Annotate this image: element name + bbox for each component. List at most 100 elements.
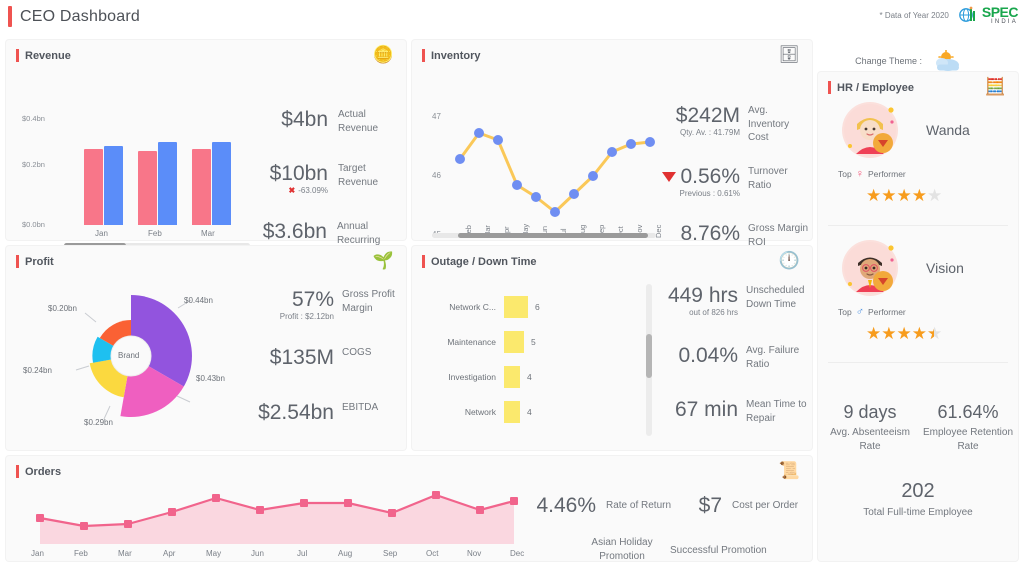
kpi-cogs-label: COGS xyxy=(342,347,372,358)
page-title: CEO Dashboard xyxy=(8,6,140,27)
revenue-title-text: Revenue xyxy=(25,49,71,62)
avatar xyxy=(842,102,898,158)
profit-card: Profit 🌱 Brand $0.44bn $0.43bn $0.29bn $… xyxy=(6,246,406,450)
outage-bar-2[interactable] xyxy=(504,366,520,388)
outage-category-0: Network C... xyxy=(449,302,496,312)
employee-rating-1[interactable]: ★ ★ ★ ★ ★★ xyxy=(866,324,942,344)
kpi-avg-failure-ratio: 0.04% Avg. Failure Ratio xyxy=(662,344,812,371)
revenue-bar-current-jan[interactable] xyxy=(84,149,103,225)
theme-switcher[interactable]: Change Theme : xyxy=(855,49,966,72)
star-filled: ★ xyxy=(896,186,912,205)
inventory-scrollbar-thumb[interactable] xyxy=(458,233,648,238)
revenue-plot xyxy=(76,110,246,225)
kpi-mean-time-to-repair-label: Mean Time to Repair xyxy=(746,399,807,424)
revenue-bar-current-mar[interactable] xyxy=(192,149,211,225)
triangle-down-icon xyxy=(662,172,677,183)
kpi-unscheduled-downtime-value: 449 hrs xyxy=(667,284,738,307)
outage-row-2[interactable]: Investigation 4 xyxy=(420,366,532,388)
kpi-successful-promotion-label: Successful Promotion xyxy=(670,545,767,556)
kpi-avg-inventory-cost-value: $242M xyxy=(675,104,740,127)
hr-divider-1 xyxy=(828,225,1008,226)
orders-title: Orders xyxy=(16,465,61,478)
outage-value-3: 4 xyxy=(527,407,532,417)
employee-card-1[interactable]: Vision Top ♂ Performer ★ ★ ★ ★ ★★ xyxy=(818,240,1018,350)
kpi-cogs: $135M COGS xyxy=(258,346,404,369)
page-title-text: CEO Dashboard xyxy=(20,7,140,25)
plant-icon: 🌱 xyxy=(372,251,394,270)
employee-card-0[interactable]: Wanda Top ♀ Performer ★ ★ ★ ★ ★ xyxy=(818,102,1018,212)
kpi-target-revenue-value: $10bn xyxy=(269,162,328,185)
employee-name-1: Vision xyxy=(926,260,964,276)
kpi-avg-failure-ratio-label: Avg. Failure Ratio xyxy=(746,345,800,370)
revenue-xtick-mar: Mar xyxy=(201,229,215,238)
revenue-xtick-jan: Jan xyxy=(95,229,108,238)
outage-card: Outage / Down Time 🕛 Network C... 6 Main… xyxy=(412,246,812,450)
kpi-ebitda: $2.54bn EBITDA xyxy=(248,401,404,424)
hr-stat-total-employees-value: 202 xyxy=(901,480,935,502)
outage-row-3[interactable]: Network 4 xyxy=(420,401,532,423)
hr-stat-total-employees-label: Total Full-time Employee xyxy=(863,507,973,518)
kpi-actual-revenue: $4bn Actual Revenue xyxy=(258,108,398,135)
employee-rating-0[interactable]: ★ ★ ★ ★ ★ xyxy=(866,186,942,206)
outage-scrollbar[interactable] xyxy=(646,284,652,436)
kpi-turnover-ratio: 0.56% Previous : 0.61% Turnover Ratio xyxy=(656,165,810,198)
inventory-ytick-1: 46 xyxy=(432,171,441,180)
outage-bar-1[interactable] xyxy=(504,331,524,353)
employee-top-suffix-0: Performer xyxy=(867,169,906,179)
revenue-bar-previous-jan[interactable] xyxy=(104,146,123,225)
outage-value-1: 5 xyxy=(531,337,536,347)
revenue-ytick-0: $0.4bn xyxy=(22,114,45,123)
outage-row-0[interactable]: Network C... 6 xyxy=(420,296,540,318)
orders-xtick-nov: Nov xyxy=(467,549,482,558)
title-accent-bar xyxy=(8,6,12,27)
orders-xtick-oct: Oct xyxy=(426,549,439,558)
revenue-bar-group-jan[interactable] xyxy=(84,146,123,225)
kpi-successful-promotion: Asian Holiday Promotion Successful Promo… xyxy=(584,536,786,563)
outage-value-0: 6 xyxy=(535,302,540,312)
inventory-title: Inventory xyxy=(422,49,481,62)
hr-employee-card: HR / Employee 🧮 Wanda Top ♀ Performer ★ … xyxy=(818,72,1018,561)
inventory-card: Inventory 🗄 47 46 45 Feb Mar Apr May Jun… xyxy=(412,40,812,248)
kpi-target-revenue-delta: ✖ -63.09% xyxy=(258,186,329,195)
hr-accent-bar xyxy=(828,81,831,94)
globe-icon xyxy=(959,5,979,25)
dashboard-page: CEO Dashboard * Data of Year 2020 SPEC I… xyxy=(0,0,1024,567)
kpi-unscheduled-downtime-sub: out of 826 hrs xyxy=(689,308,738,318)
profit-label-0: $0.44bn xyxy=(184,296,213,305)
kpi-turnover-ratio-value: 0.56% xyxy=(656,165,740,188)
spec-india-logo: SPEC INDIA xyxy=(959,4,1019,25)
outage-bar-0[interactable] xyxy=(504,296,528,318)
outage-accent-bar xyxy=(422,255,425,268)
logo-spec-text: SPEC xyxy=(981,4,1019,20)
orders-xtick-jan: Jan xyxy=(31,549,44,558)
hr-title: HR / Employee xyxy=(828,81,914,94)
orders-area-chart[interactable] xyxy=(32,482,518,544)
revenue-bar-group-feb[interactable] xyxy=(138,142,177,225)
document-icon: 📜 xyxy=(778,461,800,480)
kpi-actual-revenue-label: Actual Revenue xyxy=(338,109,379,134)
revenue-bar-group-mar[interactable] xyxy=(192,142,231,225)
outage-category-2: Investigation xyxy=(448,372,496,382)
outage-bar-3[interactable] xyxy=(504,401,520,423)
outage-scrollbar-thumb[interactable] xyxy=(646,334,652,378)
sun-cloud-icon[interactable] xyxy=(932,49,966,72)
revenue-bar-previous-mar[interactable] xyxy=(212,142,231,225)
revenue-bar-current-feb[interactable] xyxy=(138,151,157,225)
kpi-gross-profit-margin-value: 57% xyxy=(291,288,334,311)
kpi-cost-per-order: $7 Cost per Order xyxy=(692,494,828,517)
kpi-target-revenue-label: Target Revenue xyxy=(338,163,379,188)
id-badge-icon: 🧮 xyxy=(984,77,1006,96)
orders-xtick-may: May xyxy=(206,549,222,558)
revenue-xtick-feb: Feb xyxy=(148,229,162,238)
hr-stat-absenteeism-value: 9 days xyxy=(843,402,897,422)
kpi-mean-time-to-repair-value: 67 min xyxy=(674,398,738,421)
kpi-actual-revenue-value: $4bn xyxy=(281,108,328,131)
inventory-line-chart[interactable] xyxy=(450,108,656,240)
inventory-scrollbar[interactable] xyxy=(432,233,656,238)
revenue-accent-bar xyxy=(16,49,19,62)
star-filled: ★ xyxy=(911,324,927,343)
kpi-target-revenue: $10bn ✖ -63.09% Target Revenue xyxy=(258,162,398,195)
profit-title-text: Profit xyxy=(25,255,54,268)
outage-row-1[interactable]: Maintenance 5 xyxy=(420,331,536,353)
revenue-bar-previous-feb[interactable] xyxy=(158,142,177,225)
